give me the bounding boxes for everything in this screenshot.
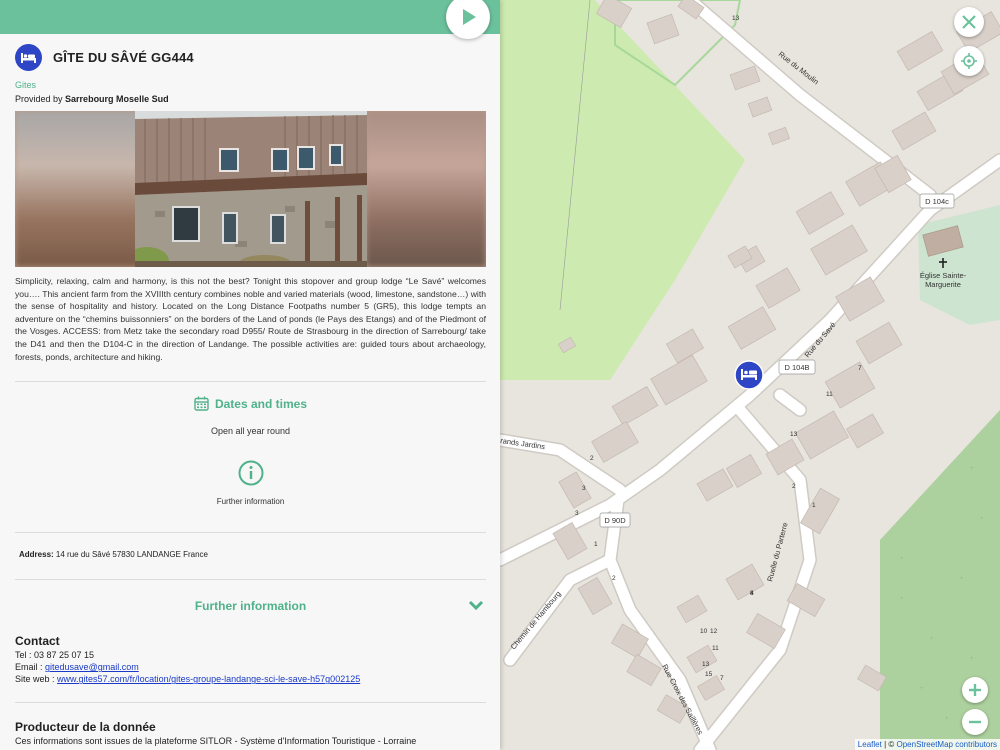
map-label-d104c: D 104c <box>925 197 949 206</box>
map-attribution: Leaflet | © OpenStreetMap contributors <box>854 739 1000 750</box>
house-number: 3 <box>575 510 579 517</box>
house-number: 12 <box>710 628 718 635</box>
web-prefix: Site web : <box>15 674 55 685</box>
further-section-title: Further information <box>194 599 307 614</box>
house-number: 10 <box>700 628 708 635</box>
contact-email: Email : gitedusave@gmail.com <box>15 662 486 672</box>
svg-text:+: + <box>900 596 904 602</box>
listing-description: Simplicity, relaxing, calm and harmony, … <box>15 276 486 362</box>
bed-icon <box>15 43 42 71</box>
contact-website: Site web : www.gites57.com/fr/location/g… <box>15 674 486 684</box>
info-icon <box>238 460 263 486</box>
house-number: 11 <box>712 645 719 652</box>
gallery-main-image[interactable] <box>135 111 367 267</box>
contact-section: Contact Tel : 03 87 25 07 15 Email : git… <box>15 634 486 684</box>
house-number: 2 <box>590 455 594 462</box>
listing-map-marker[interactable] <box>734 360 764 390</box>
address-label: Address: <box>19 550 54 560</box>
play-button[interactable] <box>446 0 490 39</box>
photo-gallery[interactable] <box>15 111 486 267</box>
gallery-next-image[interactable] <box>366 111 486 267</box>
divider <box>15 702 486 704</box>
svg-text:+: + <box>930 636 934 642</box>
leaflet-link[interactable]: Leaflet <box>858 740 882 749</box>
house-number: 7 <box>858 365 862 372</box>
dates-heading: Dates and times <box>194 396 307 411</box>
email-prefix: Email : <box>15 662 43 673</box>
website-link[interactable]: www.gites57.com/fr/location/gites-groupe… <box>57 674 360 684</box>
house-number: 8 <box>750 590 754 597</box>
house-number: 2 <box>612 575 616 582</box>
svg-text:+: + <box>945 716 949 722</box>
house-number: 13 <box>790 431 798 438</box>
calendar-icon <box>194 396 209 411</box>
email-link[interactable]: gitedusave@gmail.com <box>45 662 139 672</box>
map-label-d104b: D 104B <box>784 363 809 372</box>
zoom-in-button[interactable] <box>962 677 988 703</box>
map-label-d90d: D 90D <box>604 516 626 525</box>
map-view[interactable]: + + + + + + + + + Église Sainte- Marguer… <box>500 0 1000 750</box>
house-number: 11 <box>826 391 833 398</box>
divider <box>15 579 486 581</box>
house-number: 7 <box>720 675 724 682</box>
house-number: 15 <box>705 671 713 678</box>
svg-text:+: + <box>900 556 904 562</box>
divider <box>15 532 486 534</box>
play-icon <box>463 9 476 25</box>
svg-text:+: + <box>920 686 924 692</box>
map-label-church-2: Marguerite <box>925 280 961 289</box>
osm-link[interactable]: OpenStreetMap contributors <box>897 740 998 749</box>
zoom-in-icon <box>969 684 981 696</box>
address-value: 14 rue du Sâvé 57830 LANDANGE France <box>55 550 209 560</box>
producer-title: Producteur de la donnée <box>15 720 156 735</box>
contact-title: Contact <box>15 634 60 649</box>
map-canvas[interactable]: + + + + + + + + + Église Sainte- Marguerite Ru… <box>500 0 1000 750</box>
listing-title: GÎTE DU SÂVÉ GG444 <box>53 49 194 65</box>
attribution-separator: | © <box>884 740 895 749</box>
panel-header-bar <box>0 0 500 39</box>
svg-text:+: + <box>970 466 974 472</box>
listing-category[interactable]: Gites <box>15 80 486 90</box>
house-number: 13 <box>702 661 710 668</box>
gallery-prev-image[interactable] <box>15 111 145 267</box>
svg-text:+: + <box>970 656 974 662</box>
zoom-out-icon <box>969 720 981 724</box>
dates-title: Dates and times <box>214 396 308 411</box>
close-button[interactable] <box>954 7 984 37</box>
house-number: 3 <box>582 485 586 492</box>
contact-tel: Tel : 03 87 25 07 15 <box>15 650 95 661</box>
svg-text:+: + <box>980 516 984 522</box>
locate-button[interactable] <box>954 46 984 76</box>
provider-name: Sarrebourg Moselle Sud <box>65 94 169 104</box>
zoom-out-button[interactable] <box>962 709 988 735</box>
listing-provider: Provided by Sarrebourg Moselle Sud <box>15 94 486 104</box>
house-number: 13 <box>732 15 740 22</box>
close-icon <box>962 15 976 29</box>
address: Address: 14 rue du Sâvé 57830 LANDANGE F… <box>19 550 486 559</box>
house-number: 1 <box>594 541 598 548</box>
divider <box>15 381 486 383</box>
house-number: 2 <box>792 483 796 490</box>
dates-value: Open all year round <box>210 426 291 437</box>
house-number: 1 <box>812 502 816 509</box>
map-label-church-1: Église Sainte- <box>920 271 967 280</box>
provider-prefix: Provided by <box>15 94 63 104</box>
locate-icon <box>961 53 977 69</box>
producer-text: Ces informations sont issues de la plate… <box>15 736 417 747</box>
svg-text:+: + <box>960 576 964 582</box>
chevron-down-icon[interactable] <box>468 599 484 611</box>
producer-section: Producteur de la donnée Ces informations… <box>15 720 486 746</box>
further-info-button[interactable]: Further information <box>15 460 486 506</box>
further-info-accordion[interactable]: Further information <box>15 595 486 617</box>
details-panel: GÎTE DU SÂVÉ GG444 Gites Provided by Sar… <box>0 0 500 750</box>
further-info-label: Further information <box>216 497 285 507</box>
